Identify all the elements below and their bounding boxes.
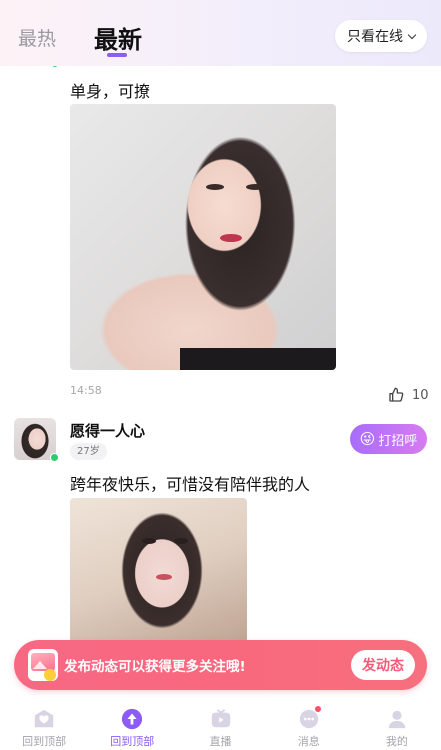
- post-photo[interactable]: [70, 104, 336, 370]
- wink-emoji-icon: 😜: [359, 430, 376, 448]
- greet-button[interactable]: 😜 打招呼: [350, 424, 427, 454]
- thumbs-up-icon: [389, 387, 404, 402]
- nav-item-home[interactable]: 回到顶部: [0, 700, 88, 750]
- like-count: 10: [412, 387, 429, 403]
- nav-label: 消息: [297, 735, 320, 748]
- nav-label: 回到顶部: [110, 735, 155, 748]
- online-status-dot: [50, 453, 59, 462]
- photo-detail: [220, 234, 242, 242]
- photo-detail: [206, 184, 224, 190]
- post-text: 跨年夜快乐，可惜没有陪伴我的人: [70, 475, 311, 494]
- promo-text: 发布动态可以获得更多关注哦!: [64, 659, 246, 675]
- home-heart-icon: [33, 708, 55, 730]
- chevron-down-icon: [407, 30, 417, 39]
- unread-dot: [314, 706, 321, 712]
- nav-label: 直播: [209, 735, 232, 748]
- active-tab-indicator: [107, 53, 127, 57]
- nav-label: 我的: [385, 735, 408, 748]
- tab-new[interactable]: 最新: [94, 20, 142, 55]
- tv-icon: [210, 708, 232, 730]
- photo-post-icon: [28, 649, 58, 681]
- profile-icon: [386, 708, 408, 730]
- photo-detail: [246, 184, 264, 190]
- photo-detail: [156, 574, 172, 580]
- nav-item-profile[interactable]: 我的: [353, 700, 441, 750]
- post-moment-button[interactable]: 发动态: [351, 650, 415, 680]
- top-header: 最热 最新 只看在线: [0, 0, 441, 66]
- arrow-up-icon: [121, 708, 143, 730]
- photo-detail: [180, 348, 336, 370]
- photo-detail: [174, 538, 188, 544]
- nav-item-live[interactable]: 直播: [176, 700, 264, 750]
- nav-item-messages[interactable]: 消息: [265, 700, 353, 750]
- greet-button-label: 打招呼: [378, 433, 418, 449]
- photo-detail: [142, 538, 156, 544]
- username[interactable]: 愿得一人心: [70, 420, 145, 441]
- bottom-nav: 回到顶部 回到顶部 直播 消息 我的: [0, 700, 441, 750]
- nav-item-back-to-top[interactable]: 回到顶部: [88, 700, 176, 750]
- post-promo-banner: 发布动态可以获得更多关注哦! 发动态: [14, 640, 427, 690]
- post-photo[interactable]: [70, 498, 247, 643]
- online-only-filter-button[interactable]: 只看在线: [335, 20, 427, 52]
- icon-part: [44, 669, 56, 681]
- tab-hot[interactable]: 最热: [18, 24, 56, 51]
- icon-part: [33, 661, 47, 669]
- post-timestamp: 14:58: [70, 384, 102, 397]
- like-button[interactable]: 10: [388, 387, 429, 403]
- post-text: 单身，可撩: [70, 82, 151, 101]
- avatar[interactable]: [14, 418, 56, 460]
- online-only-filter-label: 只看在线: [347, 29, 403, 45]
- age-badge: 27岁: [70, 443, 107, 460]
- nav-label: 回到顶部: [22, 735, 67, 748]
